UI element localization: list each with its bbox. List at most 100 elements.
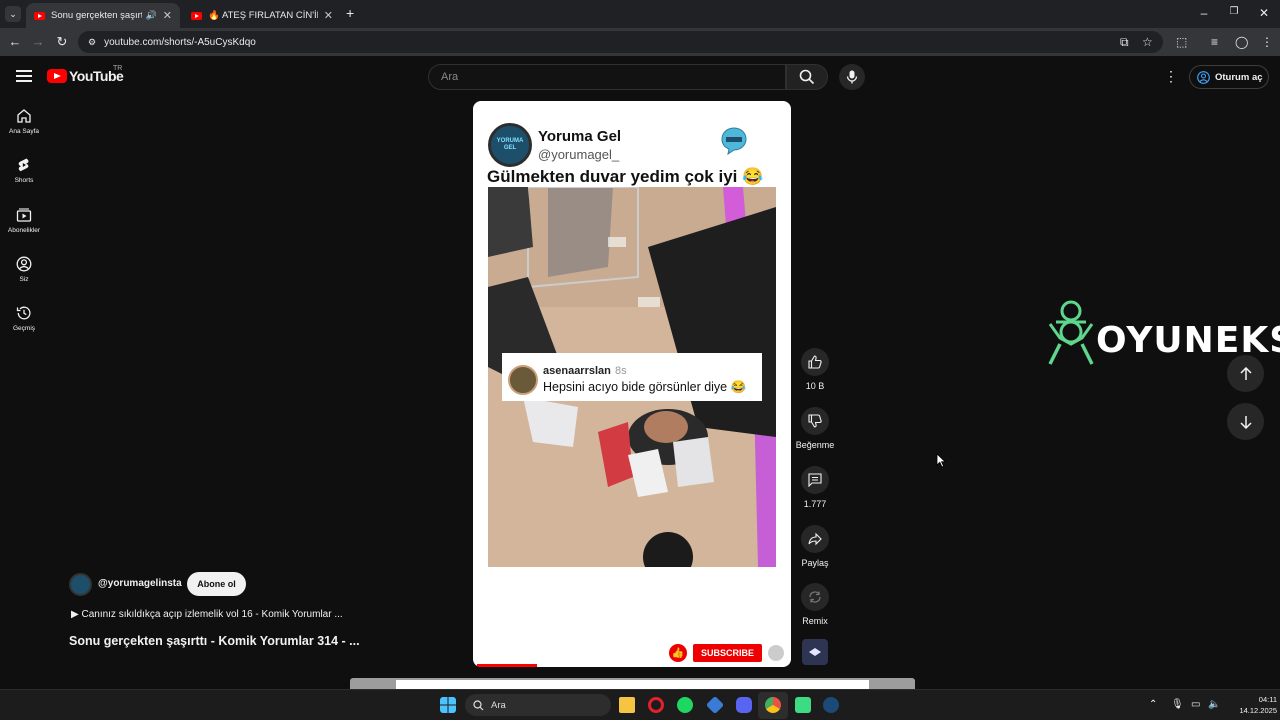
share-icon <box>808 532 822 546</box>
volume-icon[interactable]: 🔈 <box>1208 699 1220 710</box>
sidebar-item-label: Ana Sayfa <box>9 128 39 135</box>
app-icon[interactable] <box>705 695 725 715</box>
oyuneks-logo-icon <box>1048 300 1094 365</box>
clock[interactable]: 04:11 14.12.2025 <box>1227 694 1277 716</box>
url-text[interactable]: youtube.com/shorts/-A5uCysKdqo <box>104 37 256 48</box>
playlist-link[interactable]: ▶ Canınız sıkıldıkça açıp izlemelik vol … <box>71 609 343 620</box>
share-action[interactable]: Paylaş <box>795 525 835 568</box>
arrow-up-icon <box>1239 366 1252 380</box>
address-bar[interactable]: ⚙ youtube.com/shorts/-A5uCysKdqo <box>78 31 1163 53</box>
tweet-avatar: YORUMA GEL <box>488 123 532 167</box>
new-tab-button[interactable]: + <box>346 5 354 21</box>
sidebar-item-home[interactable]: Ana Sayfa <box>0 108 48 135</box>
home-icon <box>17 109 31 123</box>
dislike-action[interactable]: Beğenme <box>795 407 835 450</box>
back-icon[interactable]: ← <box>7 34 23 49</box>
channel-name[interactable]: @yorumagelinsta <box>98 578 182 589</box>
taskbar-search[interactable]: Ara <box>465 694 611 716</box>
tab-close-icon[interactable]: ✕ <box>163 9 172 22</box>
channel-watermark: OYUNEKS <box>1046 300 1280 368</box>
thumbs-up-icon <box>808 355 822 369</box>
comments-button[interactable] <box>801 466 829 494</box>
tab-list-button[interactable]: ⌄ <box>5 6 21 22</box>
sidebar-item-shorts[interactable]: Shorts <box>0 157 48 184</box>
thumbs-down-icon <box>808 414 822 428</box>
comments-action[interactable]: 1.777 <box>795 466 835 509</box>
youtube-play-icon <box>47 69 67 83</box>
network-icon[interactable]: ▭ <box>1191 699 1200 710</box>
site-info-icon[interactable]: ⚙ <box>88 37 96 48</box>
signin-button[interactable]: Oturum aç <box>1189 65 1269 89</box>
comment-icon <box>808 473 822 487</box>
windows-icon[interactable] <box>440 697 456 713</box>
share-button[interactable] <box>801 525 829 553</box>
microphone-tray-icon[interactable]: 🎙 <box>1171 699 1184 710</box>
sidebar-item-label: Shorts <box>14 177 34 184</box>
remix-action[interactable]: Remix <box>795 583 835 626</box>
profile-icon[interactable]: ◯ <box>1235 35 1248 49</box>
subscriptions-icon <box>16 208 32 222</box>
like-button[interactable] <box>801 348 829 376</box>
sidebar-item-subscriptions[interactable]: Abonelikler <box>0 207 48 234</box>
clock-date: 14.12.2025 <box>1239 706 1277 715</box>
youtube-favicon-icon <box>191 11 202 20</box>
forward-icon[interactable]: → <box>30 34 46 49</box>
video-title[interactable]: Sonu gerçekten şaşırttı - Komik Yorumlar… <box>69 634 360 648</box>
history-icon <box>16 306 31 320</box>
audio-playing-icon[interactable]: 🔊 <box>146 10 157 21</box>
mouse-cursor-icon <box>936 453 946 468</box>
reload-icon[interactable]: ↻ <box>54 34 70 50</box>
browser-tab-active[interactable]: Sonu gerçekten şaşırttı - Ko 🔊 ✕ <box>26 3 180 28</box>
media-control-icon[interactable]: ≡ <box>1211 35 1218 49</box>
file-explorer-icon[interactable] <box>619 697 635 713</box>
comment-count: 1.777 <box>803 499 827 509</box>
like-action[interactable]: 10 B <box>795 348 835 391</box>
sidebar-item-history[interactable]: Geçmiş <box>0 305 48 332</box>
tray-overflow-icon[interactable]: ⌃ <box>1149 699 1157 710</box>
browser-tab[interactable]: 🔥 ATEŞ FIRLATAN CİN'İN YAŞA ✕ <box>183 3 341 28</box>
next-short-button[interactable] <box>1227 403 1264 440</box>
minimize-icon[interactable]: – <box>1194 6 1214 20</box>
steam-icon[interactable] <box>823 697 839 713</box>
install-app-icon[interactable]: ⧉ <box>1120 35 1129 50</box>
browser-menu-icon[interactable]: ⋮ <box>1261 35 1273 49</box>
channel-avatar[interactable] <box>69 573 92 596</box>
video-progress-bar[interactable] <box>477 664 537 667</box>
dislike-label: Beğenme <box>795 440 835 450</box>
subscribe-graphic: SUBSCRIBE <box>693 644 763 662</box>
remix-button[interactable] <box>801 583 829 611</box>
active-app-indicator <box>758 692 788 719</box>
close-icon[interactable]: ✕ <box>1254 6 1274 20</box>
tab-title: 🔥 ATEŞ FIRLATAN CİN'İN YAŞA <box>208 10 318 21</box>
bell-icon <box>768 645 785 661</box>
tweet-author-handle: @yorumagel_ <box>538 147 620 162</box>
thumbs-up-icon: 👍 <box>669 644 687 662</box>
video-content[interactable]: asenaarrslan 8s Hepsini acıyo bide görsü… <box>488 187 776 567</box>
youtube-logo[interactable]: YouTube TR <box>47 65 124 84</box>
account-icon <box>1197 70 1210 84</box>
dislike-button[interactable] <box>801 407 829 435</box>
restore-icon[interactable]: ❐ <box>1224 6 1244 17</box>
menu-icon[interactable] <box>16 70 32 82</box>
settings-more-icon[interactable]: ⋮ <box>1164 68 1178 85</box>
discord-icon[interactable] <box>736 697 752 713</box>
opera-icon[interactable] <box>648 697 664 713</box>
android-icon[interactable] <box>795 697 811 713</box>
taskbar-search-label: Ara <box>491 699 506 711</box>
voice-search-button[interactable] <box>839 64 865 90</box>
watermark-text: OYUNEKS <box>1096 320 1280 361</box>
search-button[interactable] <box>786 64 828 90</box>
comment-text: Hepsini acıyo bide görsünler diye 😂 <box>543 380 747 394</box>
extensions-icon[interactable]: ⬚ <box>1176 35 1187 49</box>
sidebar-item-you[interactable]: Siz <box>0 256 48 283</box>
sound-thumbnail[interactable] <box>802 639 828 665</box>
subscribe-button[interactable]: Abone ol <box>187 572 246 596</box>
shorts-player[interactable]: YORUMA GEL Yoruma Gel @yorumagel_ Gülmek… <box>473 101 791 667</box>
tweet-author-name: Yoruma Gel <box>538 128 622 145</box>
search-input[interactable]: Ara <box>428 64 786 90</box>
spotify-icon[interactable] <box>677 697 693 713</box>
signin-label: Oturum aç <box>1215 71 1263 83</box>
comment-overlay: asenaarrslan 8s Hepsini acıyo bide görsü… <box>502 353 762 401</box>
bookmark-star-icon[interactable]: ☆ <box>1142 35 1153 49</box>
tab-close-icon[interactable]: ✕ <box>324 9 333 22</box>
